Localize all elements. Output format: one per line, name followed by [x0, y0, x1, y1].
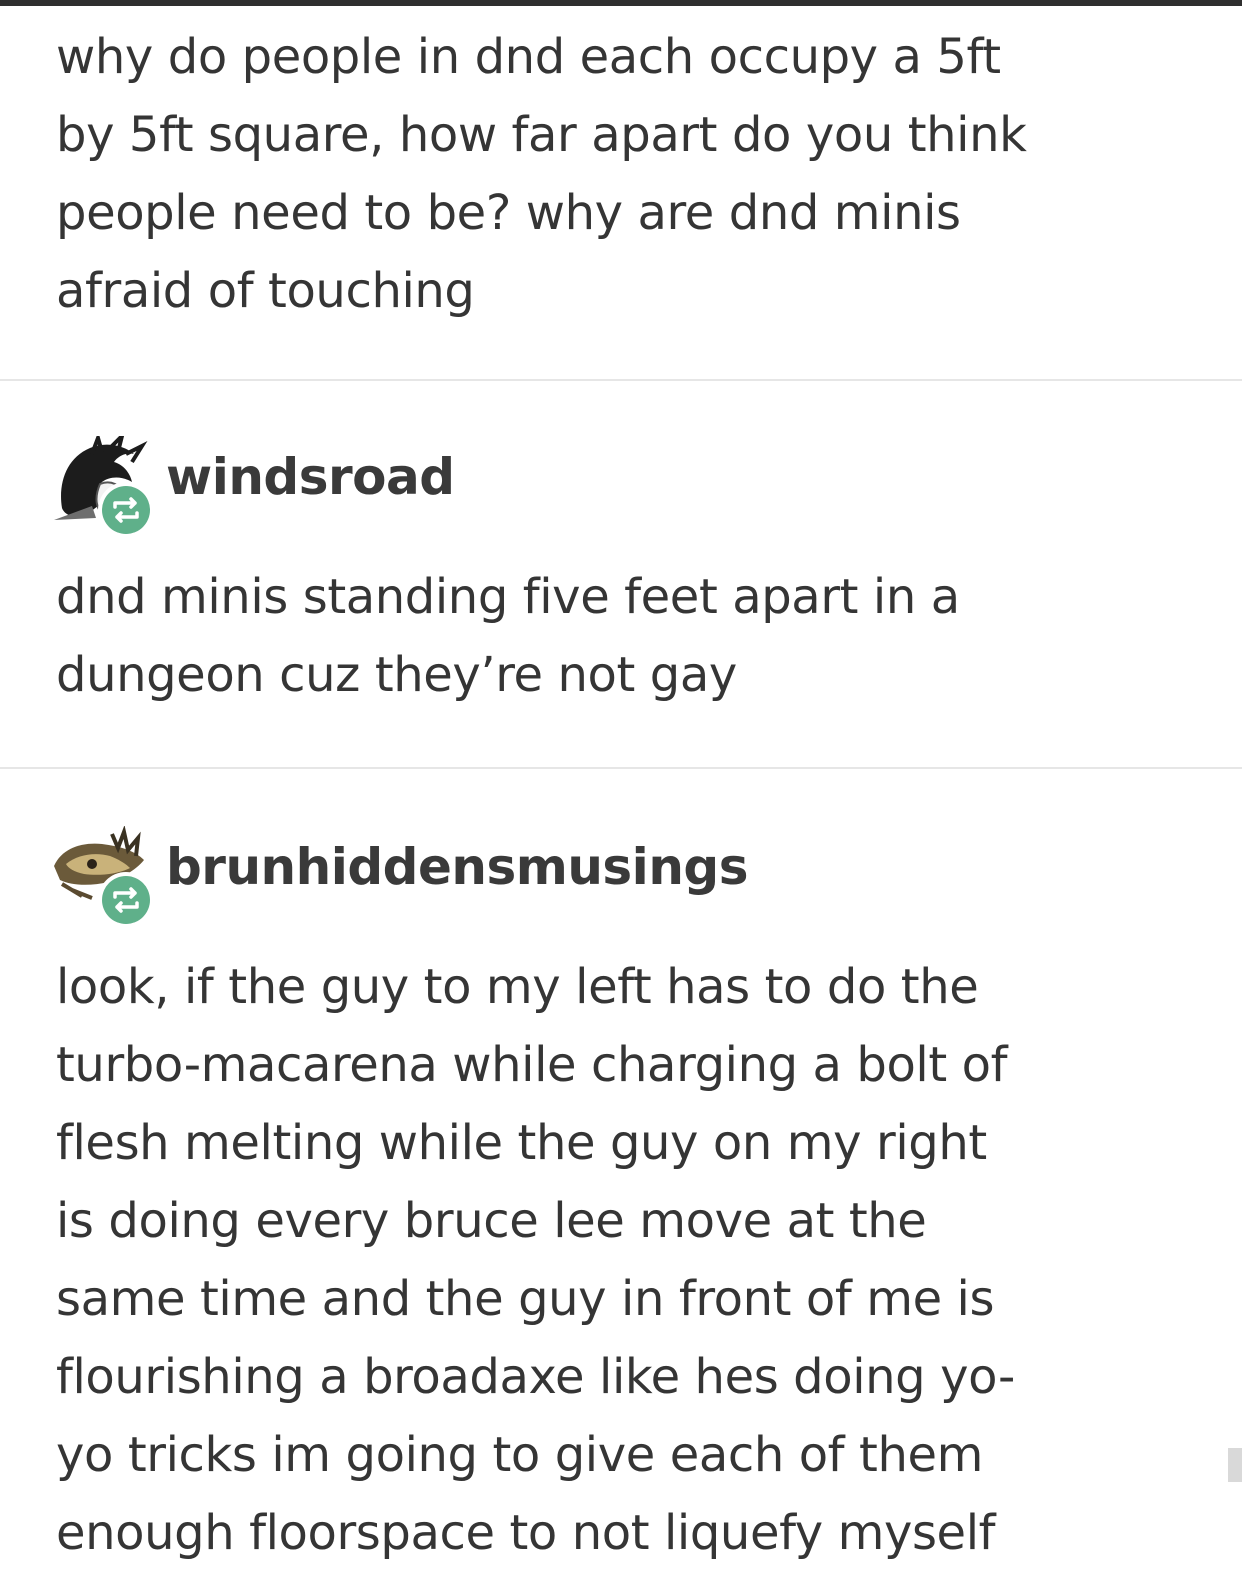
- reblog-header-brunhiddensmusings: brunhiddensmusings: [52, 824, 952, 928]
- reblog-divider: [0, 767, 1242, 769]
- reblog-username[interactable]: brunhiddensmusings: [166, 838, 748, 896]
- reblog-icon: [96, 870, 156, 930]
- scrollbar-thumb[interactable]: [1228, 1448, 1242, 1482]
- reblog-header-windsroad: windsroad: [52, 429, 952, 538]
- reblog-username[interactable]: windsroad: [166, 448, 455, 506]
- reblog-text-brunhiddensmusings: look, if the guy to my left has to do th…: [56, 959, 1015, 1561]
- original-post-text: why do people in dnd each occupy a 5ft b…: [56, 29, 1027, 319]
- reblog-text-windsroad: dnd minis standing five feet apart in a …: [56, 569, 960, 703]
- post-divider: [0, 379, 1242, 381]
- top-border: [0, 0, 1242, 6]
- reblog-icon: [96, 480, 156, 540]
